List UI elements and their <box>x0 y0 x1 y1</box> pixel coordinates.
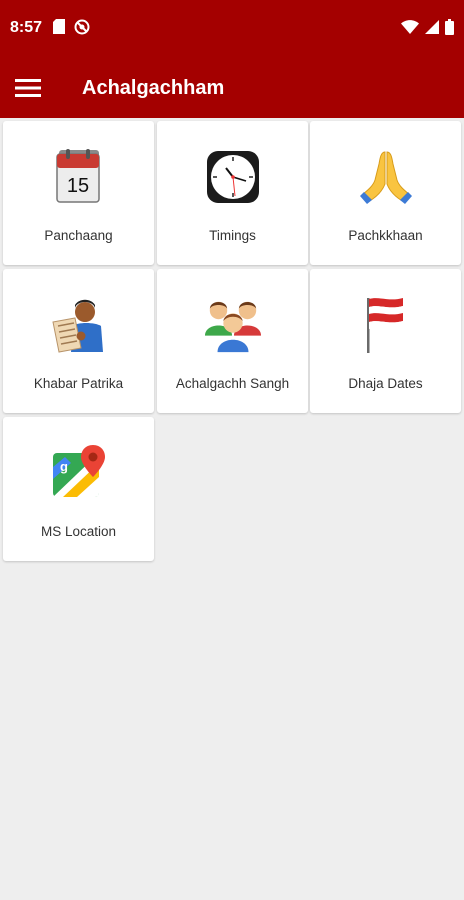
app-title: Achalgachham <box>82 77 225 99</box>
newspaper-reader-icon <box>50 296 108 354</box>
tile-panchaang[interactable]: 15 Panchaang <box>3 121 154 265</box>
app-bar: Achalgachham <box>0 58 464 118</box>
tile-label: Panchaang <box>44 228 113 243</box>
battery-icon <box>445 19 454 40</box>
svg-text:g: g <box>60 459 68 474</box>
tile-label: Khabar Patrika <box>33 376 124 391</box>
hamburger-menu-icon[interactable] <box>10 70 46 106</box>
maps-icon: g <box>50 444 108 502</box>
tile-timings[interactable]: Timings <box>157 121 308 265</box>
flag-icon <box>357 296 415 354</box>
tile-achalgachh-sangh[interactable]: Achalgachh Sangh <box>157 269 308 413</box>
calendar-day: 15 <box>66 175 88 197</box>
wifi-icon <box>401 20 419 39</box>
calendar-icon: 15 <box>50 148 108 206</box>
status-time: 8:57 <box>10 19 43 36</box>
tile-khabar-patrika[interactable]: Khabar Patrika <box>3 269 154 413</box>
people-group-icon <box>204 296 262 354</box>
no-disturb-icon <box>74 19 90 40</box>
tile-label: Achalgachh Sangh <box>175 376 290 391</box>
signal-icon <box>425 20 439 39</box>
status-bar: 8:57 <box>0 0 464 58</box>
sim-card-icon <box>53 19 65 40</box>
clock-icon <box>204 148 262 206</box>
tile-pachkkhaan[interactable]: Pachkkhaan <box>310 121 461 265</box>
tile-label: MS Location <box>40 524 117 539</box>
tile-label: Dhaja Dates <box>348 376 423 391</box>
tile-dhaja-dates[interactable]: Dhaja Dates <box>310 269 461 413</box>
tile-label: Timings <box>209 228 256 243</box>
menu-grid: 15 Panchaang Timings Pachkkhaan Khabar P… <box>0 118 464 900</box>
folded-hands-icon <box>357 148 415 206</box>
tile-label: Pachkkhaan <box>348 228 423 243</box>
tile-ms-location[interactable]: g MS Location <box>3 417 154 561</box>
